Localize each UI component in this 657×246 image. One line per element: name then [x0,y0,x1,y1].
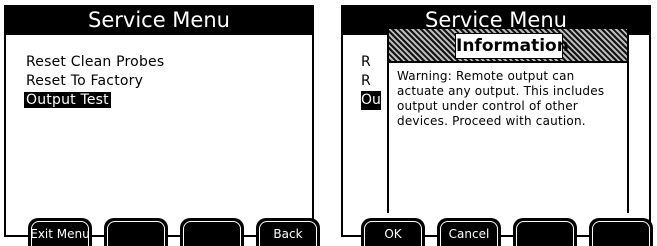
softkey-3-button[interactable] [513,218,577,246]
dialog-message: Warning: Remote output can actuate any o… [397,69,605,128]
softkey-bar: OK Cancel [337,218,657,246]
back-button[interactable]: Back [256,218,320,246]
menu-title: Service Menu [4,5,314,35]
menu-item-peek: R [361,73,371,89]
menu-item-reset-to-factory[interactable]: Reset To Factory [24,72,166,91]
dialog-header: Information [389,29,627,61]
cancel-button[interactable]: Cancel [437,218,501,246]
information-dialog: Information Warning: Remote output can a… [387,27,629,213]
dialog-body: Warning: Remote output can actuate any o… [389,61,627,213]
menu-item-reset-clean-probes[interactable]: Reset Clean Probes [24,53,166,72]
menu-panel: Reset Clean Probes Reset To Factory Outp… [4,35,314,237]
service-menu-screen: Service Menu Reset Clean Probes Reset To… [0,0,320,246]
softkey-bar: Exit Menu Back [0,218,320,246]
menu-item-peek-selected: Ou [361,91,381,110]
ok-button[interactable]: OK [361,218,425,246]
softkey-3-button[interactable] [180,218,244,246]
softkey-4-button[interactable] [589,218,653,246]
menu-list: Reset Clean Probes Reset To Factory Outp… [24,53,166,110]
service-menu-dialog-screen: Service Menu R R Ou Information Warning:… [337,0,657,246]
dialog-title: Information [455,33,569,59]
menu-item-output-test[interactable]: Output Test [24,91,166,110]
menu-item-peek: R [361,54,371,70]
exit-menu-button[interactable]: Exit Menu [28,218,92,246]
softkey-2-button[interactable] [104,218,168,246]
